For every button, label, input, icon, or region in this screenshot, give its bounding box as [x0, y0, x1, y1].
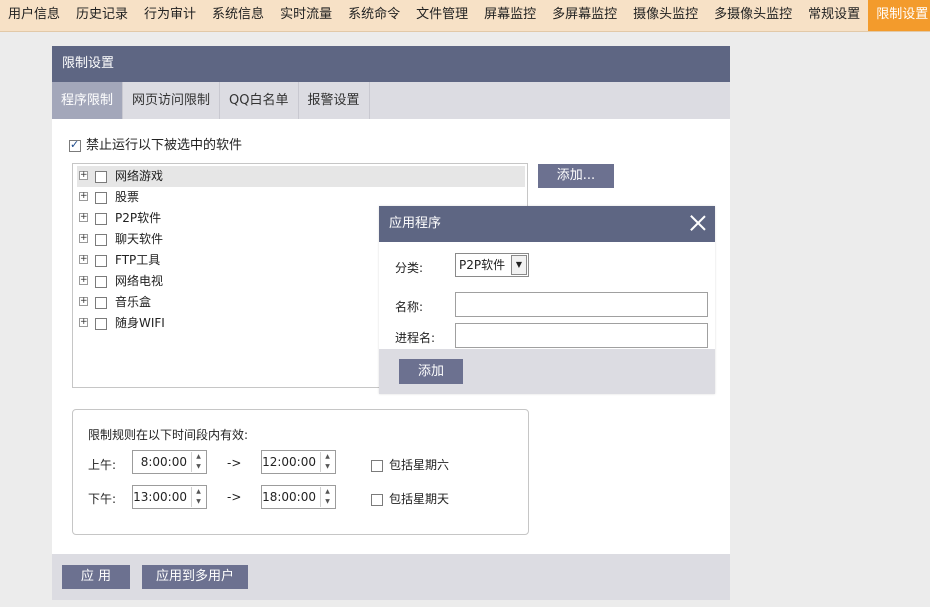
am-start-time[interactable]: 8:00:00 [133, 451, 191, 473]
tree-item-checkbox[interactable] [95, 192, 107, 204]
category-select[interactable]: P2P软件 ▼ [455, 253, 529, 277]
tree-item-label: 网络游戏 [115, 169, 164, 183]
tree-item-checkbox[interactable] [95, 297, 107, 309]
spin-up-icon[interactable]: ▲ [321, 452, 334, 462]
tree-item-label: 音乐盒 [115, 295, 152, 309]
am-end-time[interactable]: 12:00:00 [262, 451, 320, 473]
expand-icon[interactable]: + [79, 255, 88, 264]
nav-realtime-traffic[interactable]: 实时流量 [272, 0, 340, 31]
include-saturday-option: 包括星期六 [371, 456, 449, 473]
top-nav: 用户信息 历史记录 行为审计 系统信息 实时流量 系统命令 文件管理 屏幕监控 … [0, 0, 930, 32]
tab-alarm-settings[interactable]: 报警设置 [299, 82, 370, 119]
chevron-down-icon[interactable]: ▼ [511, 255, 527, 275]
nav-behavior-audit[interactable]: 行为审计 [136, 0, 204, 31]
nav-file-management[interactable]: 文件管理 [408, 0, 476, 31]
expand-icon[interactable]: + [79, 297, 88, 306]
application-dialog: 应用程序 分类: P2P软件 ▼ 名称: 进程名: 添加 [379, 206, 715, 394]
tree-item-online-games[interactable]: + 网络游戏 [77, 166, 525, 187]
am-end-time-spinner[interactable]: 12:00:00 ▲ ▼ [261, 450, 336, 474]
pm-separator: -> [227, 490, 242, 504]
am-label: 上午: [88, 458, 117, 472]
close-icon[interactable] [689, 214, 707, 232]
tree-item-label: P2P软件 [115, 211, 162, 225]
spin-down-icon[interactable]: ▼ [192, 497, 205, 507]
nav-screen-monitor[interactable]: 屏幕监控 [476, 0, 544, 31]
tree-item-checkbox[interactable] [95, 213, 107, 225]
spin-up-icon[interactable]: ▲ [192, 487, 205, 497]
name-label: 名称: [395, 300, 424, 314]
tree-item-checkbox[interactable] [95, 234, 107, 246]
include-saturday-checkbox[interactable] [371, 459, 383, 472]
nav-multi-screen-monitor[interactable]: 多屏幕监控 [544, 0, 625, 31]
pm-start-time[interactable]: 13:00:00 [133, 486, 191, 508]
spin-down-icon[interactable]: ▼ [321, 462, 334, 472]
spin-down-icon[interactable]: ▼ [192, 462, 205, 472]
panel-footer: 应 用 应用到多用户 [52, 554, 730, 600]
forbid-software-label: 禁止运行以下被选中的软件 [86, 138, 243, 153]
name-input[interactable] [455, 292, 708, 317]
am-start-time-spinner[interactable]: 8:00:00 ▲ ▼ [132, 450, 207, 474]
pm-end-time-spinner[interactable]: 18:00:00 ▲ ▼ [261, 485, 336, 509]
tree-item-checkbox[interactable] [95, 318, 107, 330]
time-period-title: 限制规则在以下时间段内有效: [88, 428, 249, 442]
expand-icon[interactable]: + [79, 192, 88, 201]
process-name-label: 进程名: [395, 331, 436, 345]
tab-bar: 程序限制 网页访问限制 QQ白名单 报警设置 [52, 82, 730, 119]
nav-system-info[interactable]: 系统信息 [204, 0, 272, 31]
apply-button[interactable]: 应 用 [62, 565, 130, 589]
tab-program-restriction[interactable]: 程序限制 [52, 82, 124, 119]
nav-multi-camera-monitor[interactable]: 多摄像头监控 [706, 0, 800, 31]
pm-label: 下午: [88, 492, 117, 506]
panel-title: 限制设置 [52, 46, 730, 82]
dialog-title-text: 应用程序 [389, 216, 442, 231]
expand-icon[interactable]: + [79, 213, 88, 222]
category-select-value: P2P软件 [459, 258, 506, 272]
forbid-software-option: 禁止运行以下被选中的软件 [69, 134, 242, 153]
spin-down-icon[interactable]: ▼ [321, 497, 334, 507]
expand-icon[interactable]: + [79, 318, 88, 327]
tree-item-label: 网络电视 [115, 274, 164, 288]
pm-end-time[interactable]: 18:00:00 [262, 486, 320, 508]
am-separator: -> [227, 456, 242, 470]
nav-restriction-settings[interactable]: 限制设置 [868, 0, 930, 31]
include-sunday-checkbox[interactable] [371, 493, 383, 506]
tree-item-stocks[interactable]: + 股票 [77, 187, 525, 208]
spin-up-icon[interactable]: ▲ [192, 452, 205, 462]
nav-system-command[interactable]: 系统命令 [340, 0, 408, 31]
tree-item-checkbox[interactable] [95, 171, 107, 183]
tree-item-label: 聊天软件 [115, 232, 164, 246]
tree-item-checkbox[interactable] [95, 276, 107, 288]
include-sunday-label: 包括星期天 [389, 492, 450, 506]
spin-up-icon[interactable]: ▲ [321, 487, 334, 497]
process-name-input[interactable] [455, 323, 708, 348]
apply-to-multiple-users-button[interactable]: 应用到多用户 [142, 565, 248, 589]
expand-icon[interactable]: + [79, 276, 88, 285]
tree-item-label: 随身WIFI [115, 316, 165, 330]
category-label: 分类: [395, 261, 424, 275]
add-software-button[interactable]: 添加... [538, 164, 614, 188]
pm-start-time-spinner[interactable]: 13:00:00 ▲ ▼ [132, 485, 207, 509]
nav-camera-monitor[interactable]: 摄像头监控 [625, 0, 706, 31]
expand-icon[interactable]: + [79, 234, 88, 243]
tree-item-label: 股票 [115, 190, 140, 204]
nav-general-settings[interactable]: 常规设置 [800, 0, 868, 31]
expand-icon[interactable]: + [79, 171, 88, 180]
tree-item-label: FTP工具 [115, 253, 161, 267]
include-sunday-option: 包括星期天 [371, 490, 449, 507]
dialog-footer: 添加 [379, 349, 715, 394]
tree-item-checkbox[interactable] [95, 255, 107, 267]
forbid-software-checkbox[interactable] [69, 138, 81, 152]
tab-web-restriction[interactable]: 网页访问限制 [123, 82, 221, 119]
nav-history[interactable]: 历史记录 [68, 0, 136, 31]
dialog-add-button[interactable]: 添加 [399, 359, 463, 384]
time-period-box: 限制规则在以下时间段内有效: 上午: 8:00:00 ▲ ▼ -> 12:00:0… [72, 409, 529, 535]
nav-user-info[interactable]: 用户信息 [0, 0, 68, 31]
include-saturday-label: 包括星期六 [389, 458, 450, 472]
tab-qq-whitelist[interactable]: QQ白名单 [220, 82, 299, 119]
dialog-title: 应用程序 [379, 206, 715, 242]
